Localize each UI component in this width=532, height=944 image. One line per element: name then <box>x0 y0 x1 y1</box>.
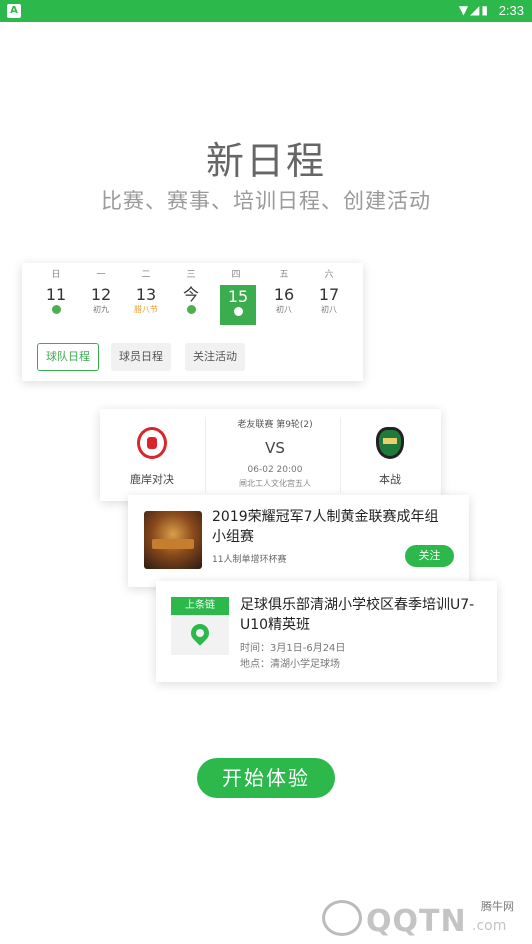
location-pin-box <box>171 615 229 655</box>
calendar-day[interactable]: 五 16 初八 <box>265 269 303 315</box>
training-time: 时间：3月1日-6月24日 <box>240 643 346 654</box>
calendar-day[interactable]: 六 17 初八 <box>310 269 348 315</box>
calendar-day-selected[interactable]: 15 <box>220 285 256 325</box>
weekday-label: 五 <box>279 270 289 280</box>
home-team-crest-icon <box>137 427 167 459</box>
match-card[interactable]: 鹿岸对决 老友联赛 第9轮(2) VS 06-02 20:00 闸北工人文化宫五… <box>100 409 441 501</box>
weekday-label: 日 <box>51 270 61 280</box>
day-number: 16 <box>273 285 295 304</box>
watermark-brand: QQTN <box>366 904 467 939</box>
match-time: 06-02 20:00 <box>247 465 303 475</box>
lunar-label: 初八 <box>276 305 292 314</box>
follow-button[interactable]: 关注 <box>405 545 454 567</box>
watermark-mark-icon <box>322 900 362 936</box>
event-dot-icon <box>51 305 61 314</box>
signal-icon: ◢ <box>470 3 482 17</box>
watermark-suffix: .com <box>472 918 507 934</box>
calendar-day[interactable]: 二 13 腊八节 <box>127 269 165 315</box>
lunar-label: 初九 <box>93 305 109 314</box>
status-time: 2:33 <box>498 3 524 18</box>
day-number: 今 <box>182 285 199 304</box>
calendar-day[interactable]: 一 12 初九 <box>82 269 120 315</box>
wifi-icon: ▼ <box>458 3 471 17</box>
battery-icon: ▮ <box>481 3 490 17</box>
training-place: 地点：清湖小学足球场 <box>240 659 340 670</box>
day-number: 13 <box>135 285 157 304</box>
weekday-label: 一 <box>96 270 106 280</box>
match-venue: 闸北工人文化宫五人 <box>239 479 311 488</box>
weekday-label: 六 <box>324 270 334 280</box>
event-card[interactable]: 2019荣耀冠军7人制黄金联赛成年组 小组赛 11人制单增环杯赛 关注 <box>128 495 469 587</box>
match-league: 老友联赛 第9轮(2) <box>237 420 313 430</box>
tab-followed-activities[interactable]: 关注活动 <box>185 343 245 371</box>
status-bar: A ▼◢▮ 2:33 <box>0 0 532 22</box>
lunar-label: 初八 <box>321 305 337 314</box>
weekday-label: 三 <box>186 270 196 280</box>
page-subtitle: 比赛、赛事、培训日程、创建活动 <box>101 189 431 213</box>
event-thumbnail <box>144 511 202 569</box>
tab-team-schedule[interactable]: 球队日程 <box>37 343 99 371</box>
watermark-logo: QQTN .com <box>322 898 512 939</box>
day-number: 12 <box>90 285 112 304</box>
day-number: 11 <box>45 285 67 304</box>
calendar-day[interactable]: 日 11 <box>37 269 75 315</box>
app-notification-icon: A <box>7 4 21 18</box>
page-title: 新日程 <box>205 139 326 183</box>
event-title: 2019荣耀冠军7人制黄金联赛成年组 小组赛 <box>212 509 439 545</box>
calendar-day-today[interactable]: 三 今 <box>172 269 210 315</box>
weekday-label: 四 <box>231 270 241 280</box>
training-card[interactable]: 上条链 足球俱乐部清湖小学校区春季培训U7-U10精英班 时间：3月1日-6月2… <box>156 581 497 682</box>
event-meta: 11人制单增环杯赛 <box>212 555 287 565</box>
weekday-label: 二 <box>141 270 151 280</box>
tab-player-schedule[interactable]: 球员日程 <box>111 343 171 371</box>
festival-label: 腊八节 <box>134 305 158 314</box>
calendar-card: 日 11 一 12 初九 二 13 腊八节 三 今 四 15 五 16 初八 六… <box>22 263 363 381</box>
day-number: 17 <box>318 285 340 304</box>
away-team-name: 本战 <box>379 473 401 486</box>
event-dot-icon <box>186 305 196 314</box>
away-team-crest-icon <box>376 427 404 459</box>
system-icons: ▼◢▮ <box>459 3 490 17</box>
home-team-name: 鹿岸对决 <box>130 473 174 486</box>
match-vs: VS <box>265 439 285 457</box>
location-pin-icon <box>187 620 213 646</box>
day-number: 15 <box>227 287 249 306</box>
event-dot-icon <box>233 307 243 316</box>
training-status-badge: 上条链 <box>171 597 229 615</box>
training-title: 足球俱乐部清湖小学校区春季培训U7-U10精英班 <box>240 597 475 633</box>
start-experience-button[interactable]: 开始体验 <box>197 758 335 798</box>
